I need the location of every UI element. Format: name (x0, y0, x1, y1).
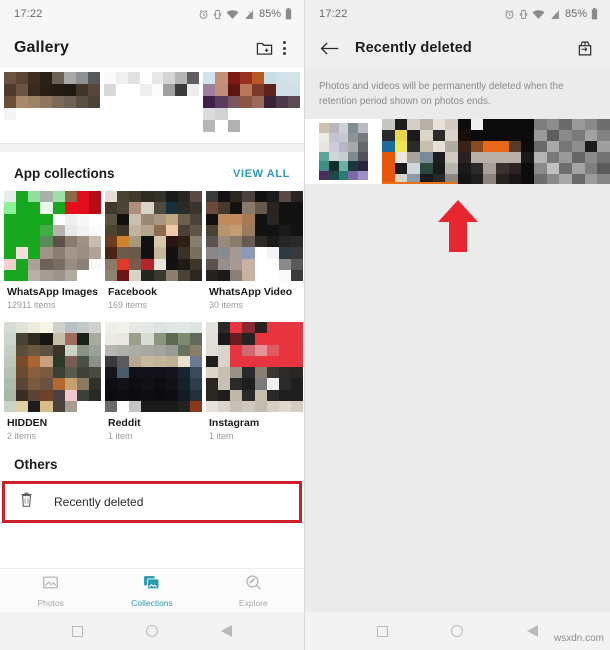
battery-icon (591, 8, 598, 20)
nav-tab-photos[interactable]: Photos (0, 569, 101, 612)
others-title: Others (14, 457, 58, 472)
row-spacer (0, 310, 304, 322)
home-circle-icon[interactable] (145, 625, 158, 637)
collection-tile[interactable]: WhatsApp Video 30 items (206, 191, 303, 310)
collection-count: 2 items (7, 431, 37, 441)
gallery-app-bar: Gallery (0, 28, 304, 68)
gallery-content: App collections VIEW ALL WhatsApp Images… (0, 68, 304, 568)
status-icon-group: x 85% (198, 8, 292, 20)
system-navigation-bar-right: wsxdn.com (305, 612, 610, 650)
deleted-thumb[interactable] (382, 119, 458, 185)
collection-tile[interactable]: WhatsApp Images 12911 items (4, 191, 101, 310)
wifi-icon (532, 9, 545, 19)
back-arrow-icon[interactable] (319, 38, 339, 58)
status-bar-left: 17:22 x 85% (0, 0, 304, 28)
empty-trash-icon[interactable] (572, 35, 598, 61)
collection-tile[interactable]: HIDDEN 2 items (4, 322, 101, 441)
collection-thumbnail (4, 191, 101, 281)
section-gap (0, 144, 304, 152)
recently-deleted-app-bar: Recently deleted (305, 28, 610, 68)
battery-icon (285, 8, 292, 20)
status-bar-right: 17:22 85% (305, 0, 610, 28)
nav-label: Explore (238, 597, 268, 608)
collection-thumbnail (105, 322, 202, 412)
collection-tile[interactable]: Facebook 169 items (105, 191, 202, 310)
recents-square-icon[interactable] (376, 625, 388, 637)
collection-name: WhatsApp Video (209, 286, 293, 298)
nav-tab-collections[interactable]: Collections (101, 569, 202, 612)
collection-count: 169 items (108, 300, 148, 310)
collection-tile[interactable]: Instagram 1 item (206, 322, 303, 441)
status-time: 17:22 (14, 8, 43, 20)
deleted-thumb[interactable] (534, 119, 610, 185)
page-title: Recently deleted (355, 40, 472, 56)
battery-percent: 85% (564, 8, 587, 20)
new-folder-icon[interactable] (251, 35, 277, 61)
recently-deleted-row[interactable]: Recently deleted (2, 481, 302, 523)
retention-notice: Photos and videos will be permanently de… (305, 68, 610, 120)
vibrate-icon (519, 9, 528, 19)
trash-icon (19, 491, 34, 513)
collections-icon (143, 574, 160, 596)
deleted-thumb[interactable] (458, 119, 534, 185)
back-triangle-icon[interactable] (221, 625, 233, 637)
collection-count: 1 item (108, 431, 133, 441)
app-collections-title: App collections (14, 166, 115, 181)
recents-square-icon[interactable] (71, 625, 83, 637)
selected-indicator (382, 182, 458, 185)
wifi-icon (226, 9, 239, 19)
nav-label: Collections (131, 597, 173, 608)
collection-name: Reddit (108, 417, 141, 429)
collection-tile[interactable]: Reddit 1 item (105, 322, 202, 441)
status-icon-group: 85% (504, 8, 598, 20)
collection-thumbnail (4, 322, 101, 412)
collection-thumbnail (105, 191, 202, 281)
collection-name: Facebook (108, 286, 158, 298)
signal-icon (551, 8, 559, 19)
deleted-photo-strip (305, 119, 610, 185)
collection-count: 1 item (209, 431, 234, 441)
status-time: 17:22 (319, 8, 348, 20)
alarm-icon (505, 9, 514, 19)
collection-thumbnail (206, 191, 303, 281)
view-all-button[interactable]: VIEW ALL (233, 168, 290, 180)
recent-photos-strip (0, 68, 304, 136)
recent-thumb[interactable] (4, 72, 100, 132)
collection-name: Instagram (209, 417, 260, 429)
overflow-menu-icon[interactable] (277, 41, 292, 55)
recently-deleted-label: Recently deleted (54, 495, 144, 509)
deleted-thumb[interactable] (305, 119, 382, 185)
bottom-navigation: Photos Collections Explore (0, 568, 304, 612)
page-title: Gallery (14, 39, 69, 56)
nav-label: Photos (37, 597, 64, 608)
nav-tab-explore[interactable]: Explore (203, 569, 304, 612)
recent-thumb[interactable] (103, 72, 200, 132)
system-navigation-bar-left (0, 612, 304, 650)
battery-percent: 85% (258, 8, 281, 20)
app-collections-header: App collections VIEW ALL (0, 152, 304, 191)
collection-name: HIDDEN (7, 417, 48, 429)
home-circle-icon[interactable] (451, 625, 464, 637)
gallery-screen: 17:22 x 85% Gallery App collections VIEW… (0, 0, 305, 650)
collection-thumbnail (206, 322, 303, 412)
recently-deleted-screen: 17:22 85% Recently deleted Photos and vi… (305, 0, 610, 650)
explore-icon (245, 574, 262, 596)
collection-count: 30 items (209, 300, 244, 310)
signal-icon: x (245, 8, 253, 19)
recently-deleted-content: Photos and videos will be permanently de… (305, 68, 610, 612)
vibrate-icon (213, 9, 222, 19)
back-triangle-icon[interactable] (527, 625, 539, 637)
collection-row-1: WhatsApp Images 12911 items Facebook 169… (0, 191, 304, 310)
recent-thumb[interactable] (203, 72, 301, 132)
red-up-arrow-annotation (435, 198, 481, 259)
watermark: wsxdn.com (553, 633, 604, 644)
collection-row-2: HIDDEN 2 items Reddit 1 item Instagram 1… (0, 322, 304, 441)
collection-name: WhatsApp Images (7, 286, 99, 298)
collection-count: 12911 items (7, 300, 56, 310)
photo-icon (42, 574, 59, 596)
alarm-icon (199, 9, 208, 19)
